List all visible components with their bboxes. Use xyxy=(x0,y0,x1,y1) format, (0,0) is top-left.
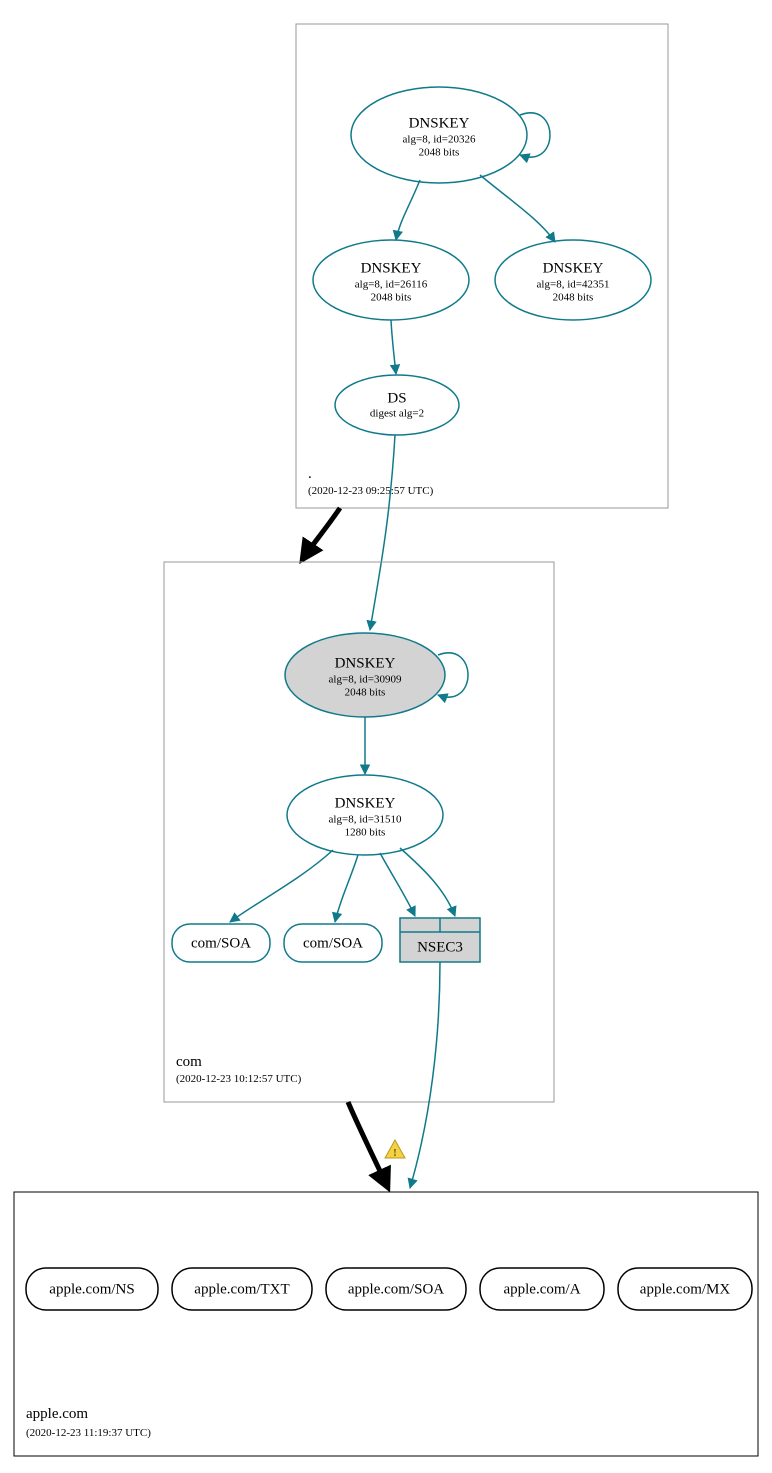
edge-com-zsk-nsec3-b xyxy=(400,848,455,916)
svg-text:DNSKEY: DNSKEY xyxy=(361,260,422,276)
node-com-soa2[interactable]: com/SOA xyxy=(284,924,382,962)
svg-text:DNSKEY: DNSKEY xyxy=(409,115,470,131)
zone-com-label: com xyxy=(176,1054,202,1070)
zone-root-label: . xyxy=(308,466,312,482)
edge-root-ds-com-ksk xyxy=(370,435,395,630)
node-root-ksk[interactable]: DNSKEY alg=8, id=20326 2048 bits xyxy=(351,87,527,183)
edge-com-zsk-soa1 xyxy=(230,850,333,922)
svg-text:com/SOA: com/SOA xyxy=(191,935,251,951)
node-apple-mx[interactable]: apple.com/MX xyxy=(618,1268,752,1310)
svg-text:DNSKEY: DNSKEY xyxy=(543,260,604,276)
edge-root-zsk1-ds xyxy=(391,320,396,374)
svg-text:2048 bits: 2048 bits xyxy=(345,687,386,699)
node-root-ds[interactable]: DS digest alg=2 xyxy=(335,375,459,435)
node-com-zsk[interactable]: DNSKEY alg=8, id=31510 1280 bits xyxy=(287,775,443,855)
node-root-zsk1[interactable]: DNSKEY alg=8, id=26116 2048 bits xyxy=(313,240,469,320)
node-apple-ns[interactable]: apple.com/NS xyxy=(26,1268,158,1310)
svg-text:apple.com/SOA: apple.com/SOA xyxy=(348,1281,444,1297)
node-com-nsec3[interactable]: NSEC3 xyxy=(400,918,480,962)
svg-text:alg=8, id=30909: alg=8, id=30909 xyxy=(329,674,402,686)
edge-root-ksk-zsk2 xyxy=(480,175,555,242)
svg-text:alg=8, id=20326: alg=8, id=20326 xyxy=(403,134,476,146)
zone-apple: apple.com (2020-12-23 11:19:37 UTC) xyxy=(14,1192,758,1456)
svg-text:apple.com/A: apple.com/A xyxy=(503,1281,580,1297)
node-apple-soa[interactable]: apple.com/SOA xyxy=(326,1268,466,1310)
svg-text:DS: DS xyxy=(387,390,406,406)
edge-delegation-root-com xyxy=(302,508,340,560)
node-apple-txt[interactable]: apple.com/TXT xyxy=(172,1268,312,1310)
node-com-ksk[interactable]: DNSKEY alg=8, id=30909 2048 bits xyxy=(285,633,445,717)
edge-root-ksk-zsk1 xyxy=(396,180,420,240)
zone-com-timestamp: (2020-12-23 10:12:57 UTC) xyxy=(176,1073,302,1085)
warning-icon[interactable]: ! xyxy=(385,1140,405,1159)
edge-com-zsk-soa2 xyxy=(335,855,358,922)
svg-text:apple.com/MX: apple.com/MX xyxy=(640,1281,731,1297)
svg-text:digest alg=2: digest alg=2 xyxy=(370,408,424,420)
zone-apple-timestamp: (2020-12-23 11:19:37 UTC) xyxy=(26,1427,151,1439)
svg-text:2048 bits: 2048 bits xyxy=(419,147,460,159)
svg-text:apple.com/TXT: apple.com/TXT xyxy=(194,1281,289,1297)
edge-delegation-com-apple xyxy=(348,1102,388,1188)
svg-text:DNSKEY: DNSKEY xyxy=(335,655,396,671)
svg-text:2048 bits: 2048 bits xyxy=(371,292,412,304)
node-com-soa1[interactable]: com/SOA xyxy=(172,924,270,962)
svg-text:apple.com/NS: apple.com/NS xyxy=(49,1281,134,1297)
svg-text:1280 bits: 1280 bits xyxy=(345,827,386,839)
zone-apple-label: apple.com xyxy=(26,1406,88,1422)
svg-text:2048 bits: 2048 bits xyxy=(553,292,594,304)
svg-text:DNSKEY: DNSKEY xyxy=(335,795,396,811)
zone-root-timestamp: (2020-12-23 09:25:57 UTC) xyxy=(308,485,434,497)
svg-text:!: ! xyxy=(393,1147,397,1159)
node-apple-a[interactable]: apple.com/A xyxy=(480,1268,604,1310)
edge-com-zsk-nsec3-a xyxy=(380,853,415,916)
svg-text:com/SOA: com/SOA xyxy=(303,935,363,951)
svg-text:alg=8, id=31510: alg=8, id=31510 xyxy=(329,814,402,826)
svg-text:alg=8, id=42351: alg=8, id=42351 xyxy=(537,279,610,291)
svg-text:NSEC3: NSEC3 xyxy=(417,939,463,955)
edge-com-nsec3-apple xyxy=(410,962,440,1188)
node-root-zsk2[interactable]: DNSKEY alg=8, id=42351 2048 bits xyxy=(495,240,651,320)
svg-text:alg=8, id=26116: alg=8, id=26116 xyxy=(355,279,428,291)
